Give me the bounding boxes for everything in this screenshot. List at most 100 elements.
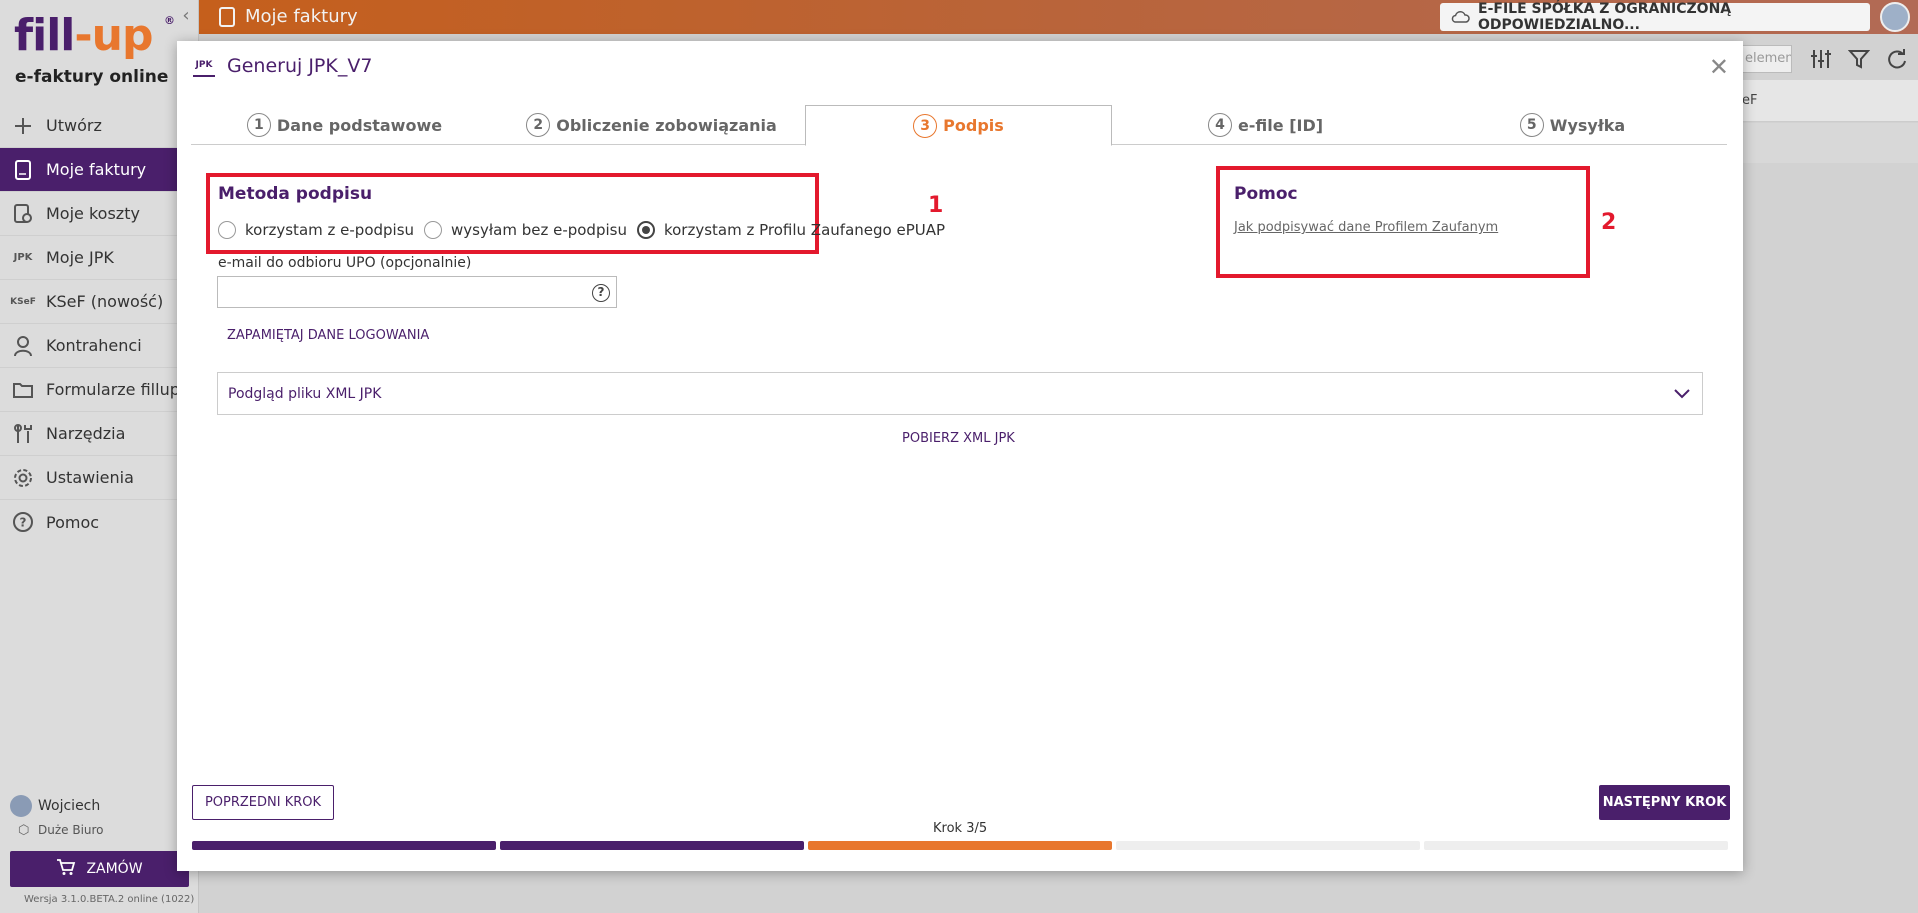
sidebar-item-tools[interactable]: Narzędzia — [0, 412, 199, 456]
tab-label: Obliczenie zobowiązania — [556, 115, 777, 135]
step-number: 3 — [913, 113, 938, 138]
radio-circle[interactable] — [218, 221, 236, 239]
sidebar-item-label: Moje koszty — [46, 204, 140, 223]
radio-circle-selected[interactable] — [636, 221, 655, 239]
sidebar-item-my-jpk[interactable]: JPK Moje JPK — [0, 236, 199, 280]
table-header: eF — [1742, 80, 1918, 122]
sidebar: fill-up ® ‹ e-faktury online Utwórz Moje… — [0, 0, 199, 913]
user-profile[interactable]: Wojciech — [10, 795, 100, 817]
sidebar-item-settings[interactable]: Ustawienia — [0, 456, 199, 500]
sidebar-item-label: Utwórz — [46, 116, 102, 135]
tab-signature[interactable]: 3 Podpis — [805, 105, 1112, 146]
refresh-icon[interactable] — [1886, 48, 1908, 75]
ksef-icon: KSeF — [10, 296, 36, 307]
radio-no-signature[interactable]: wysyłam bez e-podpisu — [424, 221, 627, 239]
radio-circle[interactable] — [424, 221, 443, 239]
email-upo-input[interactable]: ? — [217, 276, 617, 308]
tab-shipping[interactable]: 5 Wysyłka — [1419, 105, 1726, 145]
annotation-number-2: 2 — [1601, 210, 1617, 235]
step-number: 5 — [1519, 113, 1544, 137]
office-name: Duże Biuro — [38, 823, 104, 837]
top-bar: Moje faktury E-FILE SPÓŁKA Z OGRANICZONĄ… — [199, 0, 1918, 34]
signature-method-radios: korzystam z e-podpisu wysyłam bez e-podp… — [218, 221, 955, 239]
chevron-down-icon — [1672, 383, 1692, 403]
filter-icon[interactable] — [1847, 48, 1871, 75]
plus-icon — [12, 115, 34, 137]
sidebar-item-my-costs[interactable]: Moje koszty — [0, 192, 199, 236]
dialog-header: JPK Generuj JPK_V7 — [193, 55, 372, 77]
search-input[interactable]: elemen — [1742, 45, 1792, 73]
column-settings-icon[interactable] — [1810, 48, 1832, 75]
collapse-sidebar-icon[interactable]: ‹ — [176, 6, 196, 26]
sidebar-item-label: Moje JPK — [46, 248, 114, 267]
svg-text:?: ? — [20, 516, 27, 530]
help-link-trusted-profile[interactable]: Jak podpisywać dane Profilem Zaufanym — [1234, 220, 1498, 235]
step-number: 4 — [1207, 113, 1232, 137]
previous-step-button[interactable]: POPRZEDNI KROK — [192, 785, 334, 820]
progress-segment — [1424, 841, 1728, 850]
step-number: 2 — [526, 113, 551, 137]
radio-e-signature[interactable]: korzystam z e-podpisu — [218, 221, 414, 239]
tab-liability-calculation[interactable]: 2 Obliczenie zobowiązania — [498, 105, 805, 145]
page-title-text: Moje faktury — [245, 6, 358, 27]
step-progress-bar — [192, 841, 1728, 850]
help-icon: ? — [12, 511, 34, 533]
sidebar-item-create[interactable]: Utwórz — [0, 104, 199, 148]
progress-segment — [192, 841, 496, 850]
invoice-icon — [12, 159, 34, 181]
sidebar-item-label: Ustawienia — [46, 468, 134, 487]
signature-method-title: Metoda podpisu — [218, 184, 373, 204]
tab-label: e-file [ID] — [1237, 115, 1324, 135]
sidebar-item-label: Kontrahenci — [46, 336, 142, 355]
xml-preview-accordion[interactable]: Podgląd pliku XML JPK — [217, 372, 1703, 415]
step-indicator: Krok 3/5 — [933, 821, 988, 836]
download-xml-button[interactable]: POBIERZ XML JPK — [902, 431, 1015, 446]
sidebar-item-help[interactable]: ? Pomoc — [0, 500, 199, 544]
order-label: ZAMÓW — [86, 861, 143, 877]
radio-label: korzystam z Profilu Zaufanego ePUAP — [663, 221, 946, 239]
next-step-button[interactable]: NASTĘPNY KROK — [1599, 785, 1730, 820]
jpk-icon: JPK — [193, 55, 215, 77]
close-icon[interactable]: ✕ — [1709, 55, 1729, 79]
tab-label: Podpis — [943, 116, 1004, 135]
progress-segment — [500, 841, 804, 850]
app-version: Wersja 3.1.0.BETA.2 online (1022) — [24, 894, 195, 905]
radio-label: wysyłam bez e-podpisu — [451, 221, 627, 239]
help-title: Pomoc — [1234, 184, 1298, 204]
tab-efile-id[interactable]: 4 e-file [ID] — [1112, 105, 1419, 145]
tab-label: Wysyłka — [1549, 115, 1626, 135]
radio-trusted-profile[interactable]: korzystam z Profilu Zaufanego ePUAP — [636, 221, 946, 239]
sidebar-item-forms[interactable]: Formularze fillup — [0, 368, 199, 412]
email-upo-label: e-mail do odbioru UPO (opcjonalnie) — [218, 255, 472, 271]
company-selector[interactable]: E-FILE SPÓŁKA Z OGRANICZONĄ ODPOWIEDZIAL… — [1440, 1, 1870, 33]
invoice-icon — [219, 6, 235, 27]
sidebar-item-label: Narzędzia — [46, 424, 126, 443]
tab-basic-data[interactable]: 1 Dane podstawowe — [191, 105, 498, 145]
annotation-number-1: 1 — [928, 193, 944, 218]
sidebar-item-ksef[interactable]: KSeF KSeF (nowość) — [0, 280, 199, 324]
person-icon — [12, 335, 34, 357]
generate-jpk-dialog: JPK Generuj JPK_V7 ✕ 1 Dane podstawowe 2… — [177, 41, 1743, 871]
sidebar-item-my-invoices[interactable]: Moje faktury — [0, 148, 199, 192]
order-button[interactable]: ZAMÓW — [10, 851, 189, 887]
tools-icon — [12, 423, 34, 445]
column-header-label: eF — [1742, 93, 1758, 108]
step-number: 1 — [246, 113, 271, 137]
dialog-title: Generuj JPK_V7 — [227, 55, 373, 77]
sidebar-item-contractors[interactable]: Kontrahenci — [0, 324, 199, 368]
sidebar-item-label: Pomoc — [46, 512, 100, 532]
folder-icon — [12, 379, 34, 401]
avatar[interactable] — [1880, 2, 1910, 32]
question-icon[interactable]: ? — [592, 284, 610, 302]
app-subtitle: e-faktury online — [15, 67, 169, 87]
app-logo: fill-up ® — [14, 10, 175, 61]
costs-icon — [12, 203, 34, 225]
remember-login-button[interactable]: ZAPAMIĘTAJ DANE LOGOWANIA — [227, 328, 429, 343]
user-name: Wojciech — [38, 798, 101, 814]
avatar — [10, 795, 32, 817]
cloud-icon — [1450, 8, 1470, 27]
office-selector[interactable]: ⬡ Duże Biuro — [18, 823, 104, 838]
sidebar-item-label: KSeF (nowość) — [46, 292, 164, 311]
sidebar-nav: Utwórz Moje faktury Moje koszty JPK Moje… — [0, 104, 199, 544]
progress-segment — [1116, 841, 1420, 850]
